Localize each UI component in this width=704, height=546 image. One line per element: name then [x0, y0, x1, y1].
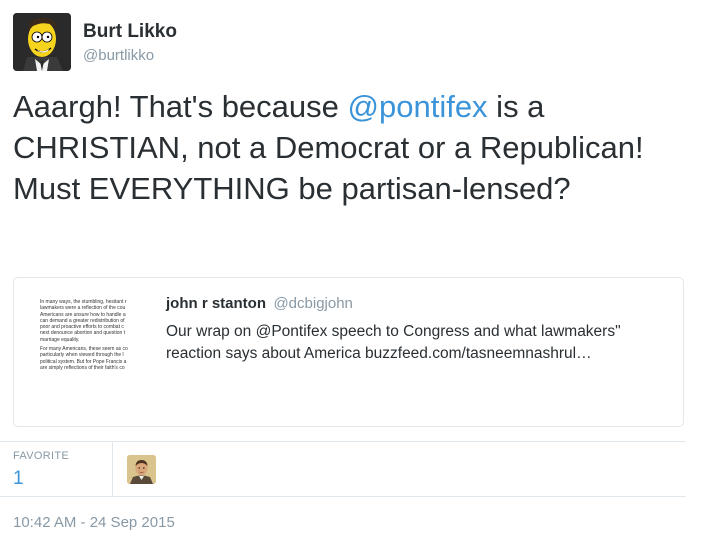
- tweet-text-before: Aaargh! That's because: [13, 89, 348, 124]
- favoriter-avatar[interactable]: [127, 455, 156, 484]
- author-block: Burt Likko @burtlikko: [83, 20, 177, 66]
- favorite-count[interactable]: 1: [13, 468, 69, 490]
- tweet-timestamp[interactable]: 10:42 AM - 24 Sep 2015: [13, 514, 175, 531]
- quoted-author-handle[interactable]: @dcbigjohn: [273, 295, 352, 312]
- author-handle[interactable]: @burtlikko: [83, 46, 177, 66]
- quoted-tweet-header: john r stanton @dcbigjohn: [166, 295, 671, 313]
- favorite-label: FAVORITE: [13, 450, 69, 462]
- author-name[interactable]: Burt Likko: [83, 20, 177, 44]
- tweet-mention-link[interactable]: @pontifex: [348, 89, 488, 124]
- thumbnail-text-line: are simply reflections of their faith's …: [40, 364, 125, 371]
- person-photo-icon: [127, 455, 156, 484]
- author-avatar[interactable]: [13, 13, 71, 71]
- tweet-text: Aaargh! That's because @pontifex is a CH…: [13, 86, 693, 209]
- stats-divider: [112, 442, 113, 496]
- simpsons-cartoon-avatar-icon: [13, 13, 71, 71]
- quoted-tweet-body: john r stanton @dcbigjohn Our wrap on @P…: [166, 295, 671, 365]
- quoted-author-name[interactable]: john r stanton: [166, 295, 266, 312]
- favorite-stat[interactable]: FAVORITE 1: [13, 450, 69, 490]
- tweet-stats-bar: FAVORITE 1: [0, 441, 686, 497]
- quoted-tweet-card[interactable]: In many ways, the stumbling, hesitant r …: [13, 277, 684, 427]
- quoted-article-thumbnail: In many ways, the stumbling, hesitant r …: [40, 299, 166, 399]
- quoted-tweet-text: Our wrap on @Pontifex speech to Congress…: [166, 323, 621, 362]
